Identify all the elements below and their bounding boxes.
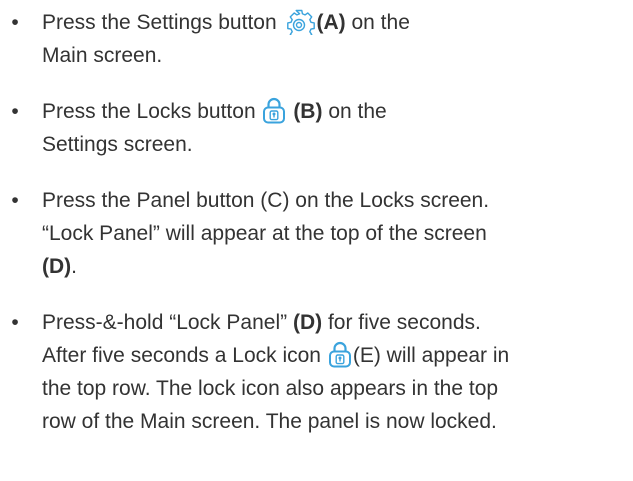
bullet: • — [11, 11, 19, 34]
step-4-text-end: for five seconds. — [327, 311, 481, 334]
bullet: • — [11, 311, 19, 334]
bullet: • — [11, 100, 19, 123]
step-4-line-2: After five seconds a Lock icon (E) will … — [42, 339, 629, 372]
step-2-line-2: Settings screen. — [42, 133, 193, 156]
step-3-line-2: “Lock Panel” will appear at the top of t… — [42, 222, 487, 245]
step-4-line-1: Press-&-hold “Lock Panel” (D) for five s… — [42, 306, 629, 339]
step-4-text: Press-&-hold “Lock Panel” — [42, 311, 288, 334]
step-2-text: Press the Locks button — [42, 100, 256, 123]
step-3-label: (D) — [42, 255, 72, 278]
step-4-line-4: row of the Main screen. The panel is now… — [42, 410, 497, 433]
bullet: • — [11, 189, 19, 212]
step-4: • Press-&-hold “Lock Panel” (D) for five… — [0, 306, 633, 438]
step-1-text: Press the Settings button — [42, 11, 277, 34]
step-1-line-2: Main screen. — [42, 44, 163, 67]
step-2: • Press the Locks button (B) on the Sett… — [0, 95, 633, 161]
step-4-label: (D) — [292, 311, 323, 334]
step-3-line-3: (D). — [42, 250, 629, 283]
step-4-text-2: After five seconds a Lock icon — [42, 344, 321, 367]
step-3: • Press the Panel button (C) on the Lock… — [0, 184, 633, 283]
step-2-line-1: Press the Locks button (B) on the — [42, 95, 629, 128]
step-1: • Press the Settings button (A) on the M… — [0, 6, 633, 72]
step-2-label: (B) — [293, 100, 323, 123]
step-3-period: . — [71, 255, 77, 278]
step-3-line-1: Press the Panel button (C) on the Locks … — [42, 189, 490, 212]
lock-icon — [263, 97, 286, 124]
gear-icon — [287, 9, 316, 35]
step-4-text-3: (E) will appear in — [352, 344, 510, 367]
lock-icon — [328, 341, 351, 368]
step-1-text-end: on the — [351, 11, 410, 34]
step-1-line-1: Press the Settings button (A) on the — [42, 6, 629, 39]
instructions-document: • Press the Settings button (A) on the M… — [0, 0, 633, 481]
steps-list: • Press the Settings button (A) on the M… — [0, 6, 633, 438]
step-2-text-end: on the — [328, 100, 387, 123]
step-1-label: (A) — [316, 11, 346, 34]
step-4-line-3: the top row. The lock icon also appears … — [42, 377, 499, 400]
